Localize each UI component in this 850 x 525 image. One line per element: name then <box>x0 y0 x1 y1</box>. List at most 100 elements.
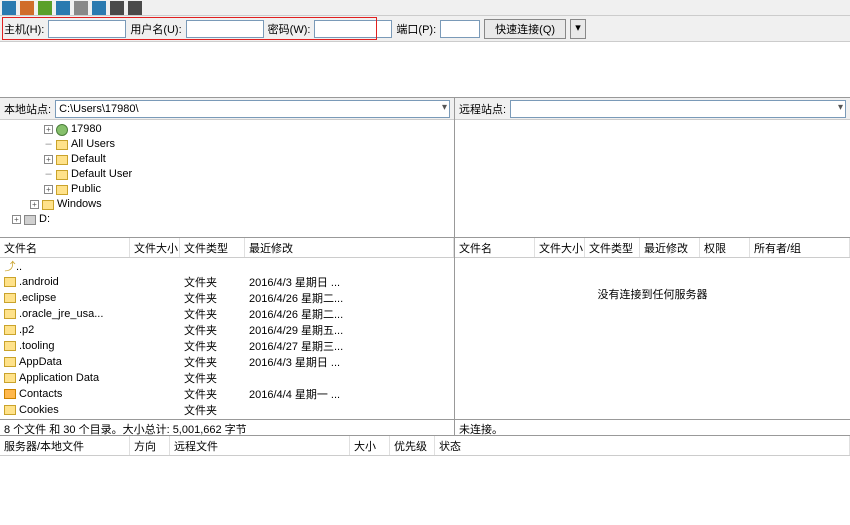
queue-body[interactable] <box>0 456 850 496</box>
file-type: 文件夹 <box>180 274 245 290</box>
tree-label: Windows <box>57 197 102 212</box>
toolbar-icon[interactable] <box>38 1 52 15</box>
col-size[interactable]: 大小 <box>350 436 390 455</box>
tree-connector-icon: – <box>44 167 53 182</box>
local-status: 8 个文件 和 30 个目录。大小总计: 5,001,662 字节 <box>0 420 455 435</box>
toolbar-icon[interactable] <box>56 1 70 15</box>
col-owner[interactable]: 所有者/组 <box>750 238 850 257</box>
toolbar-icon[interactable] <box>128 1 142 15</box>
folder-icon <box>4 357 16 367</box>
tree-node[interactable]: +17980 <box>30 122 454 137</box>
file-row[interactable]: ⤴.. <box>0 258 454 274</box>
col-filesize[interactable]: 文件大小 <box>535 238 585 257</box>
file-row[interactable]: Contacts文件夹2016/4/4 星期一 ... <box>0 386 454 402</box>
remote-file-list: 文件名 文件大小 文件类型 最近修改 权限 所有者/组 没有连接到任何服务器 <box>455 238 850 419</box>
col-filetype[interactable]: 文件类型 <box>180 238 245 257</box>
user-label: 用户名(U): <box>130 21 181 37</box>
folder-icon <box>42 200 54 210</box>
quick-connect-bar: 主机(H): 用户名(U): 密码(W): 端口(P): 快速连接(Q) ▾ <box>0 16 850 42</box>
folder-icon <box>4 325 16 335</box>
file-row[interactable]: Cookies文件夹 <box>0 402 454 418</box>
tree-node[interactable]: +D: <box>12 212 454 227</box>
local-file-list: 文件名 文件大小 文件类型 最近修改 ⤴...android文件夹2016/4/… <box>0 238 455 419</box>
file-name: AppData <box>19 356 62 368</box>
user-icon <box>56 124 68 136</box>
folder-icon <box>4 341 16 351</box>
col-filename[interactable]: 文件名 <box>455 238 535 257</box>
pass-label: 密码(W): <box>268 21 311 37</box>
port-label: 端口(P): <box>396 21 436 37</box>
col-server-file[interactable]: 服务器/本地文件 <box>0 436 130 455</box>
tree-label: Default <box>71 152 106 167</box>
file-row[interactable]: .android文件夹2016/4/3 星期日 ... <box>0 274 454 290</box>
file-row[interactable]: .eclipse文件夹2016/4/26 星期二... <box>0 290 454 306</box>
file-name: .. <box>16 261 22 273</box>
remote-path-row: 远程站点: <box>455 98 850 120</box>
local-tree[interactable]: +17980–All Users+Default–Default User+Pu… <box>0 120 454 237</box>
file-date: 2016/4/30 星期六 <box>245 418 454 419</box>
tree-node[interactable]: + Windows <box>30 197 454 212</box>
col-filename[interactable]: 文件名 <box>0 238 130 257</box>
file-row[interactable]: .oracle_jre_usa...文件夹2016/4/26 星期二... <box>0 306 454 322</box>
quick-connect-dropdown[interactable]: ▾ <box>570 19 586 39</box>
message-log[interactable] <box>0 42 850 98</box>
file-row[interactable]: .p2文件夹2016/4/29 星期五... <box>0 322 454 338</box>
toolbar-icon[interactable] <box>74 1 88 15</box>
tree-label: All Users <box>71 137 115 152</box>
file-row[interactable]: Application Data文件夹 <box>0 370 454 386</box>
file-name: .eclipse <box>19 292 56 304</box>
col-modified[interactable]: 最近修改 <box>245 238 454 257</box>
tree-node[interactable]: – All Users <box>30 137 454 152</box>
col-priority[interactable]: 优先级 <box>390 436 435 455</box>
col-status[interactable]: 状态 <box>435 436 850 455</box>
tree-node[interactable]: +Public <box>30 182 454 197</box>
folder-icon <box>4 373 16 383</box>
file-type: 文件夹 <box>180 322 245 338</box>
col-modified[interactable]: 最近修改 <box>640 238 700 257</box>
file-name: .android <box>19 276 59 288</box>
file-type: 系统文件夹 <box>180 418 245 419</box>
expand-icon[interactable]: + <box>12 215 21 224</box>
local-list-body[interactable]: ⤴...android文件夹2016/4/3 星期日 ....eclipse文件… <box>0 258 454 419</box>
col-filetype[interactable]: 文件类型 <box>585 238 640 257</box>
remote-tree[interactable] <box>455 120 850 237</box>
local-path-input[interactable]: C:\Users\17980\ <box>55 100 450 118</box>
file-row[interactable]: Desktop系统文件夹2016/4/30 星期六 <box>0 418 454 419</box>
folder-icon <box>4 293 16 303</box>
tree-node[interactable]: – Default User <box>30 167 454 182</box>
toolbar-icon[interactable] <box>20 1 34 15</box>
folder-icon <box>4 389 16 399</box>
col-direction[interactable]: 方向 <box>130 436 170 455</box>
tree-node[interactable]: + Default <box>30 152 454 167</box>
toolbar-icon[interactable] <box>92 1 106 15</box>
col-filesize[interactable]: 文件大小 <box>130 238 180 257</box>
user-input[interactable] <box>186 20 264 38</box>
file-list-panels: 文件名 文件大小 文件类型 最近修改 ⤴...android文件夹2016/4/… <box>0 238 850 420</box>
file-date: 2016/4/26 星期二... <box>245 306 454 322</box>
folder-icon <box>4 277 16 287</box>
folder-icon <box>56 185 68 195</box>
folder-icon <box>4 309 16 319</box>
file-row[interactable]: .tooling文件夹2016/4/27 星期三... <box>0 338 454 354</box>
toolbar-icon[interactable] <box>110 1 124 15</box>
remote-path-input[interactable] <box>510 100 846 118</box>
toolbar-icon[interactable] <box>2 1 16 15</box>
port-input[interactable] <box>440 20 480 38</box>
file-date: 2016/4/29 星期五... <box>245 322 454 338</box>
expand-icon[interactable]: + <box>44 155 53 164</box>
expand-icon[interactable]: + <box>30 200 39 209</box>
host-input[interactable] <box>48 20 126 38</box>
expand-icon[interactable]: + <box>44 125 53 134</box>
col-remote-file[interactable]: 远程文件 <box>170 436 350 455</box>
col-permissions[interactable]: 权限 <box>700 238 750 257</box>
file-type: 文件夹 <box>180 290 245 306</box>
host-label: 主机(H): <box>4 21 44 37</box>
pass-input[interactable] <box>314 20 392 38</box>
quick-connect-button[interactable]: 快速连接(Q) <box>484 19 566 39</box>
tree-label: Default User <box>71 167 132 182</box>
tree-connector-icon: – <box>44 137 53 152</box>
expand-icon[interactable]: + <box>44 185 53 194</box>
remote-empty-message: 没有连接到任何服务器 <box>455 286 850 302</box>
folder-icon <box>4 405 16 415</box>
file-row[interactable]: AppData文件夹2016/4/3 星期日 ... <box>0 354 454 370</box>
